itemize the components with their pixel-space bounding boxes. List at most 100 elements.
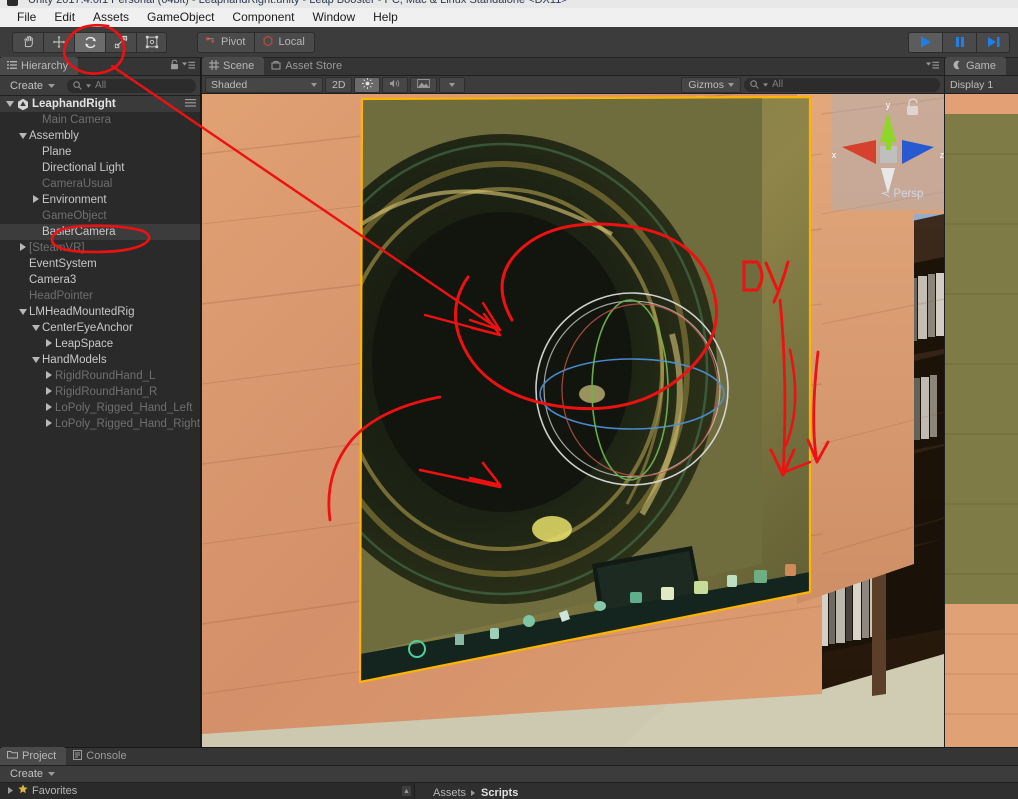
hierarchy-item-camerausual[interactable]: CameraUsual: [0, 176, 200, 192]
favorites-row[interactable]: Favorites: [0, 783, 414, 798]
hierarchy-item-rigidroundhand-l[interactable]: RigidRoundHand_L: [0, 368, 200, 384]
hierarchy-item-label: Main Camera: [42, 114, 112, 126]
transform-tools: [12, 31, 167, 53]
menu-edit[interactable]: Edit: [45, 8, 84, 27]
hierarchy-item-baslercamera[interactable]: BaslerCamera: [0, 224, 200, 240]
hierarchy-item-label: CameraUsual: [42, 178, 113, 190]
hierarchy-item-camera3[interactable]: Camera3: [0, 272, 200, 288]
chevron-down-icon[interactable]: [17, 132, 29, 141]
play-button[interactable]: [908, 31, 942, 53]
effects-dropdown-button[interactable]: [439, 76, 466, 93]
hierarchy-item-eventsystem[interactable]: EventSystem: [0, 256, 200, 272]
chevron-down-icon[interactable]: [30, 356, 42, 365]
svg-text:z: z: [940, 150, 944, 160]
project-content: Assets Scripts https://blog.csdn.net/moo…: [415, 783, 1018, 799]
scene-context-menu-icon[interactable]: [185, 99, 196, 109]
chevron-right-icon[interactable]: [43, 339, 55, 349]
hierarchy-item-environment[interactable]: Environment: [0, 192, 200, 208]
hierarchy-item-handmodels[interactable]: HandModels: [0, 352, 200, 368]
toggle-2d-button[interactable]: 2D: [325, 76, 353, 93]
chevron-right-icon[interactable]: [43, 387, 55, 397]
rect-tool-button[interactable]: [136, 31, 167, 53]
chevron-down-icon[interactable]: [30, 324, 42, 333]
hierarchy-item-gameobject[interactable]: GameObject: [0, 208, 200, 224]
chevron-right-icon[interactable]: [43, 371, 55, 381]
favorites-label: Favorites: [32, 784, 78, 797]
scene-search-input[interactable]: All: [744, 77, 940, 92]
project-panel: Project Console Create Favorites ▲ Asset…: [0, 747, 1018, 799]
hierarchy-search-placeholder: All: [95, 80, 107, 91]
shading-mode-dropdown[interactable]: Shaded: [205, 76, 323, 93]
chevron-right-icon[interactable]: [17, 243, 29, 253]
hierarchy-item-rigidroundhand-r[interactable]: RigidRoundHand_R: [0, 384, 200, 400]
local-toggle-button[interactable]: Local: [254, 31, 315, 53]
hierarchy-item-headpointer[interactable]: HeadPointer: [0, 288, 200, 304]
hamburger-icon[interactable]: [926, 57, 939, 75]
game-panel: Game Display 1: [945, 57, 1018, 747]
hierarchy-item-lopoly-rigged-hand-left[interactable]: LoPoly_Rigged_Hand_Left: [0, 400, 200, 416]
hierarchy-item-steamvr[interactable]: [SteamVR]: [0, 240, 200, 256]
menu-assets[interactable]: Assets: [84, 8, 138, 27]
scale-tool-button[interactable]: [105, 31, 136, 53]
menu-component[interactable]: Component: [223, 8, 303, 27]
chevron-down-icon[interactable]: [17, 308, 29, 317]
hierarchy-item-label: Assembly: [29, 130, 79, 142]
move-tool-button[interactable]: [43, 31, 74, 53]
hierarchy-item-assembly[interactable]: Assembly: [0, 128, 200, 144]
chevron-down-icon[interactable]: [4, 100, 16, 109]
search-icon: [73, 81, 82, 90]
toggle-lighting-button[interactable]: [354, 76, 381, 93]
hierarchy-item-lopoly-rigged-hand-right[interactable]: LoPoly_Rigged_Hand_Right: [0, 416, 200, 432]
tab-project-label: Project: [22, 750, 57, 762]
tab-game[interactable]: Game: [945, 57, 1006, 75]
chevron-right-icon[interactable]: [43, 403, 55, 413]
pivot-toggle-button[interactable]: Pivot: [197, 31, 255, 53]
chevron-down-icon: [48, 83, 56, 88]
rotate-tool-button[interactable]: [74, 31, 105, 53]
hierarchy-item-leapspace[interactable]: LeapSpace: [0, 336, 200, 352]
hierarchy-item-plane[interactable]: Plane: [0, 144, 200, 160]
project-scroll-up[interactable]: ▲: [401, 785, 412, 797]
menu-file[interactable]: File: [8, 8, 45, 27]
chevron-right-icon[interactable]: [30, 195, 42, 205]
lock-icon[interactable]: [170, 57, 179, 75]
hierarchy-item-directional-light[interactable]: Directional Light: [0, 160, 200, 176]
hierarchy-search-input[interactable]: All: [67, 78, 196, 93]
selected-photo-quad: [358, 95, 812, 684]
project-tabrow: Project Console: [0, 747, 1018, 766]
hierarchy-item-centereyeanchor[interactable]: CenterEyeAnchor: [0, 320, 200, 336]
hamburger-icon[interactable]: [182, 57, 195, 75]
tab-scene[interactable]: Scene: [202, 57, 265, 75]
hierarchy-toolbar: Create All: [0, 76, 200, 96]
game-view[interactable]: [945, 94, 1018, 747]
menu-window[interactable]: Window: [303, 8, 364, 27]
tab-console[interactable]: Console: [66, 747, 136, 765]
hierarchy-item-label: LMHeadMountedRig: [29, 306, 135, 318]
pivot-label: Pivot: [221, 36, 246, 48]
tab-hierarchy[interactable]: Hierarchy: [0, 57, 79, 75]
tab-project[interactable]: Project: [0, 747, 67, 765]
chevron-right-icon[interactable]: [43, 419, 55, 429]
hierarchy-item-main-camera[interactable]: Main Camera: [0, 112, 200, 128]
breadcrumb-assets[interactable]: Assets: [433, 787, 466, 799]
tab-console-label: Console: [86, 750, 127, 762]
pause-button[interactable]: [942, 31, 976, 53]
project-create-button[interactable]: Create: [4, 767, 61, 781]
hierarchy-item-label: Camera3: [29, 274, 77, 286]
game-display-dropdown[interactable]: Display 1: [950, 79, 993, 91]
hierarchy-item-leaphandright[interactable]: LeaphandRight: [0, 96, 200, 112]
menu-help[interactable]: Help: [364, 8, 407, 27]
scene-toolbar: Shaded 2D Gizmos All: [202, 76, 944, 94]
hand-tool-button[interactable]: [12, 31, 43, 53]
tab-asset-store[interactable]: Asset Store: [264, 57, 352, 75]
toggle-effects-button[interactable]: [410, 76, 438, 93]
hierarchy-item-lmheadmountedrig[interactable]: LMHeadMountedRig: [0, 304, 200, 320]
scene-viewport[interactable]: y x z ≺ Persp: [202, 94, 944, 747]
main-toolbar: Pivot Local: [0, 27, 1018, 58]
step-button[interactable]: [976, 31, 1010, 53]
toggle-audio-button[interactable]: [382, 76, 409, 93]
breadcrumb-scripts[interactable]: Scripts: [481, 787, 518, 799]
hierarchy-create-button[interactable]: Create: [4, 79, 61, 93]
gizmos-dropdown-button[interactable]: Gizmos: [681, 76, 741, 93]
menu-gameobject[interactable]: GameObject: [138, 8, 223, 27]
